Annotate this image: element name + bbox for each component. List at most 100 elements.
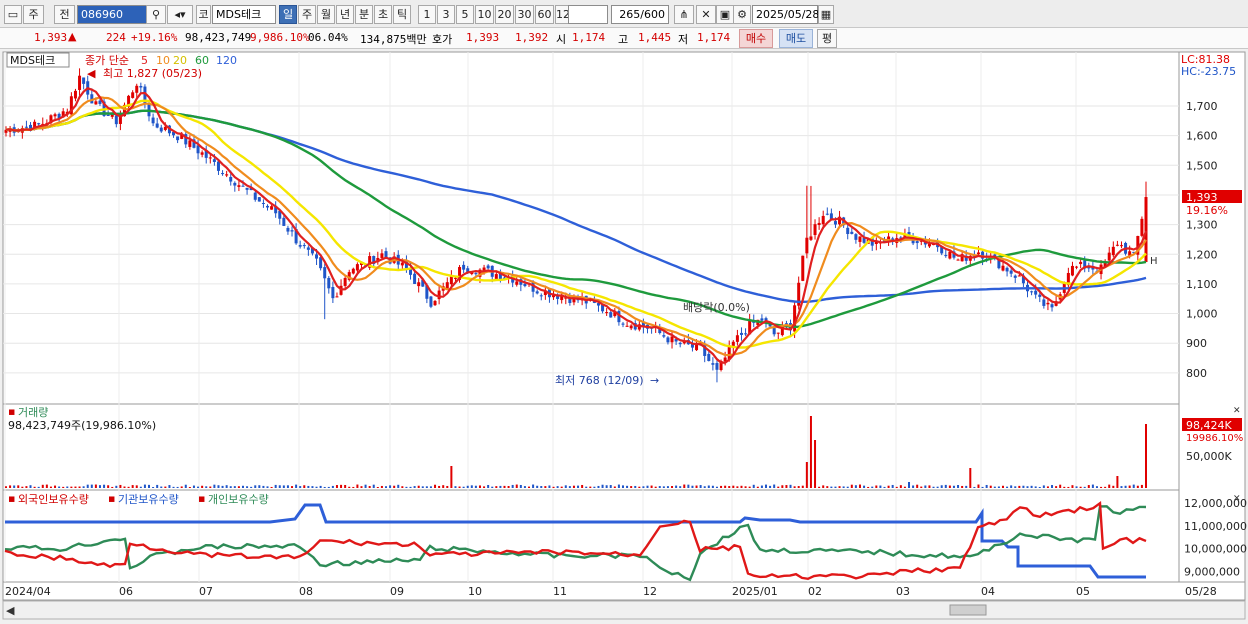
candle-body [1009, 270, 1013, 274]
count-field[interactable]: 265/600 [611, 5, 669, 24]
volume-bar [205, 486, 208, 488]
x-axis-label: 09 [390, 585, 404, 598]
hc-label: HC:-23.75 [1181, 65, 1236, 78]
volume-bar [997, 486, 1000, 488]
base-note: 배당락(0.0%) [683, 301, 750, 314]
scroll-left-icon[interactable]: ◀ [6, 604, 15, 617]
volume-bar [25, 486, 28, 488]
range-select[interactable] [568, 5, 608, 24]
speaker-icon[interactable]: ◂▾ [167, 5, 193, 24]
candle-type-icon[interactable]: ⋔ [674, 5, 694, 24]
volume-bar [483, 486, 486, 488]
candle-body [188, 140, 192, 147]
price-y-tick: 1,300 [1186, 219, 1218, 232]
volume-bar [503, 485, 506, 488]
ma-legend-10: 10 [156, 54, 170, 67]
high-value: 1,445 [638, 31, 672, 44]
volume-bar [536, 485, 539, 488]
gear-icon[interactable]: ⚙ [733, 5, 751, 24]
candle-body [200, 152, 204, 155]
volume-bar [903, 486, 906, 488]
candle-body [707, 353, 711, 362]
prev-select[interactable]: 전 [54, 5, 75, 24]
period-button-3[interactable]: 년 [336, 5, 354, 24]
candle-body [1042, 299, 1046, 306]
interval-button-5[interactable]: 5 [456, 5, 474, 24]
scroll-thumb[interactable] [949, 604, 987, 616]
volume-bar [826, 486, 829, 488]
volume-bar [662, 486, 665, 488]
volume-bar [348, 486, 351, 488]
x-axis-label: 10 [468, 585, 482, 598]
layout-icon[interactable]: ▭ [4, 5, 22, 24]
volume-bar [838, 486, 841, 488]
candle-body [829, 213, 833, 220]
volume-bar [948, 485, 951, 488]
stock-code-input[interactable]: 086960 [77, 5, 147, 24]
search-icon[interactable]: ⚲ [146, 5, 166, 24]
period-button-0[interactable]: 일 [279, 5, 297, 24]
volume-close-icon[interactable]: ✕ [1233, 406, 1241, 416]
period-button-2[interactable]: 월 [317, 5, 335, 24]
buy-button[interactable]: 매수 [739, 29, 773, 48]
stock-chart-svg[interactable]: 1,7001,6001,5001,4001,3001,2001,1001,000… [0, 50, 1248, 621]
volume-bar [989, 485, 992, 488]
volume-bar [630, 486, 633, 488]
interval-button-20[interactable]: 20 [495, 5, 514, 24]
holding-legend-1: 기관보유수량 [118, 493, 179, 506]
volume-bar [425, 486, 428, 488]
volume-bar [728, 486, 731, 488]
period-button-6[interactable]: 틱 [393, 5, 411, 24]
crosshair-icon[interactable]: ✕ [696, 5, 716, 24]
volume-bar [413, 486, 416, 488]
volume-bar [229, 486, 232, 488]
interval-button-60[interactable]: 60 [535, 5, 554, 24]
interval-button-10[interactable]: 10 [475, 5, 494, 24]
volume-bar [86, 484, 89, 488]
market-select[interactable]: 주 [23, 5, 44, 24]
eval-button[interactable]: 평 [817, 29, 837, 48]
period-button-4[interactable]: 분 [355, 5, 373, 24]
volume-bar [70, 486, 73, 488]
price-y-tick: 1,200 [1186, 248, 1218, 261]
volume-bar [160, 486, 163, 488]
date-field[interactable]: 2025/05/28 [752, 5, 819, 24]
volume-title: 거래량 [18, 406, 48, 419]
calendar-icon[interactable]: ▦ [818, 5, 834, 24]
interval-button-1[interactable]: 1 [418, 5, 436, 24]
volume-bar [127, 486, 130, 488]
chart-area[interactable]: 1,7001,6001,5001,4001,3001,2001,1001,000… [0, 50, 1248, 621]
holdings-panel[interactable] [2, 489, 1180, 583]
volume-bar [965, 485, 968, 488]
volume-bar [593, 486, 596, 488]
volume-bar [217, 485, 220, 488]
candle-body [976, 252, 980, 255]
candle-body [805, 237, 809, 254]
period-button-1[interactable]: 주 [298, 5, 316, 24]
save-icon[interactable]: ▣ [716, 5, 734, 24]
volume-bar [940, 485, 943, 488]
price-panel[interactable] [2, 51, 1180, 405]
volume-bar [123, 486, 126, 488]
volume-bar [597, 485, 600, 488]
candle-body [515, 281, 519, 285]
candle-body [801, 255, 805, 281]
volume-bar [589, 486, 592, 488]
candle-body [343, 278, 347, 286]
holding-close-icon[interactable]: ✕ [1233, 494, 1241, 504]
interval-button-3[interactable]: 3 [437, 5, 455, 24]
candle-body [212, 159, 216, 162]
volume-bar [1022, 485, 1025, 488]
candle-body [1038, 294, 1042, 297]
stock-name-field[interactable]: MDS테크 [212, 5, 276, 24]
candle-body [825, 213, 829, 215]
sell-button[interactable]: 매도 [779, 29, 813, 48]
scrollbar[interactable] [2, 600, 1246, 620]
volume-panel[interactable] [2, 403, 1180, 491]
volume-bar [601, 484, 604, 488]
period-button-5[interactable]: 초 [374, 5, 392, 24]
x-axis-label: 11 [553, 585, 567, 598]
interval-button-30[interactable]: 30 [515, 5, 534, 24]
candle-body [437, 290, 441, 300]
volume-bar [376, 486, 379, 488]
